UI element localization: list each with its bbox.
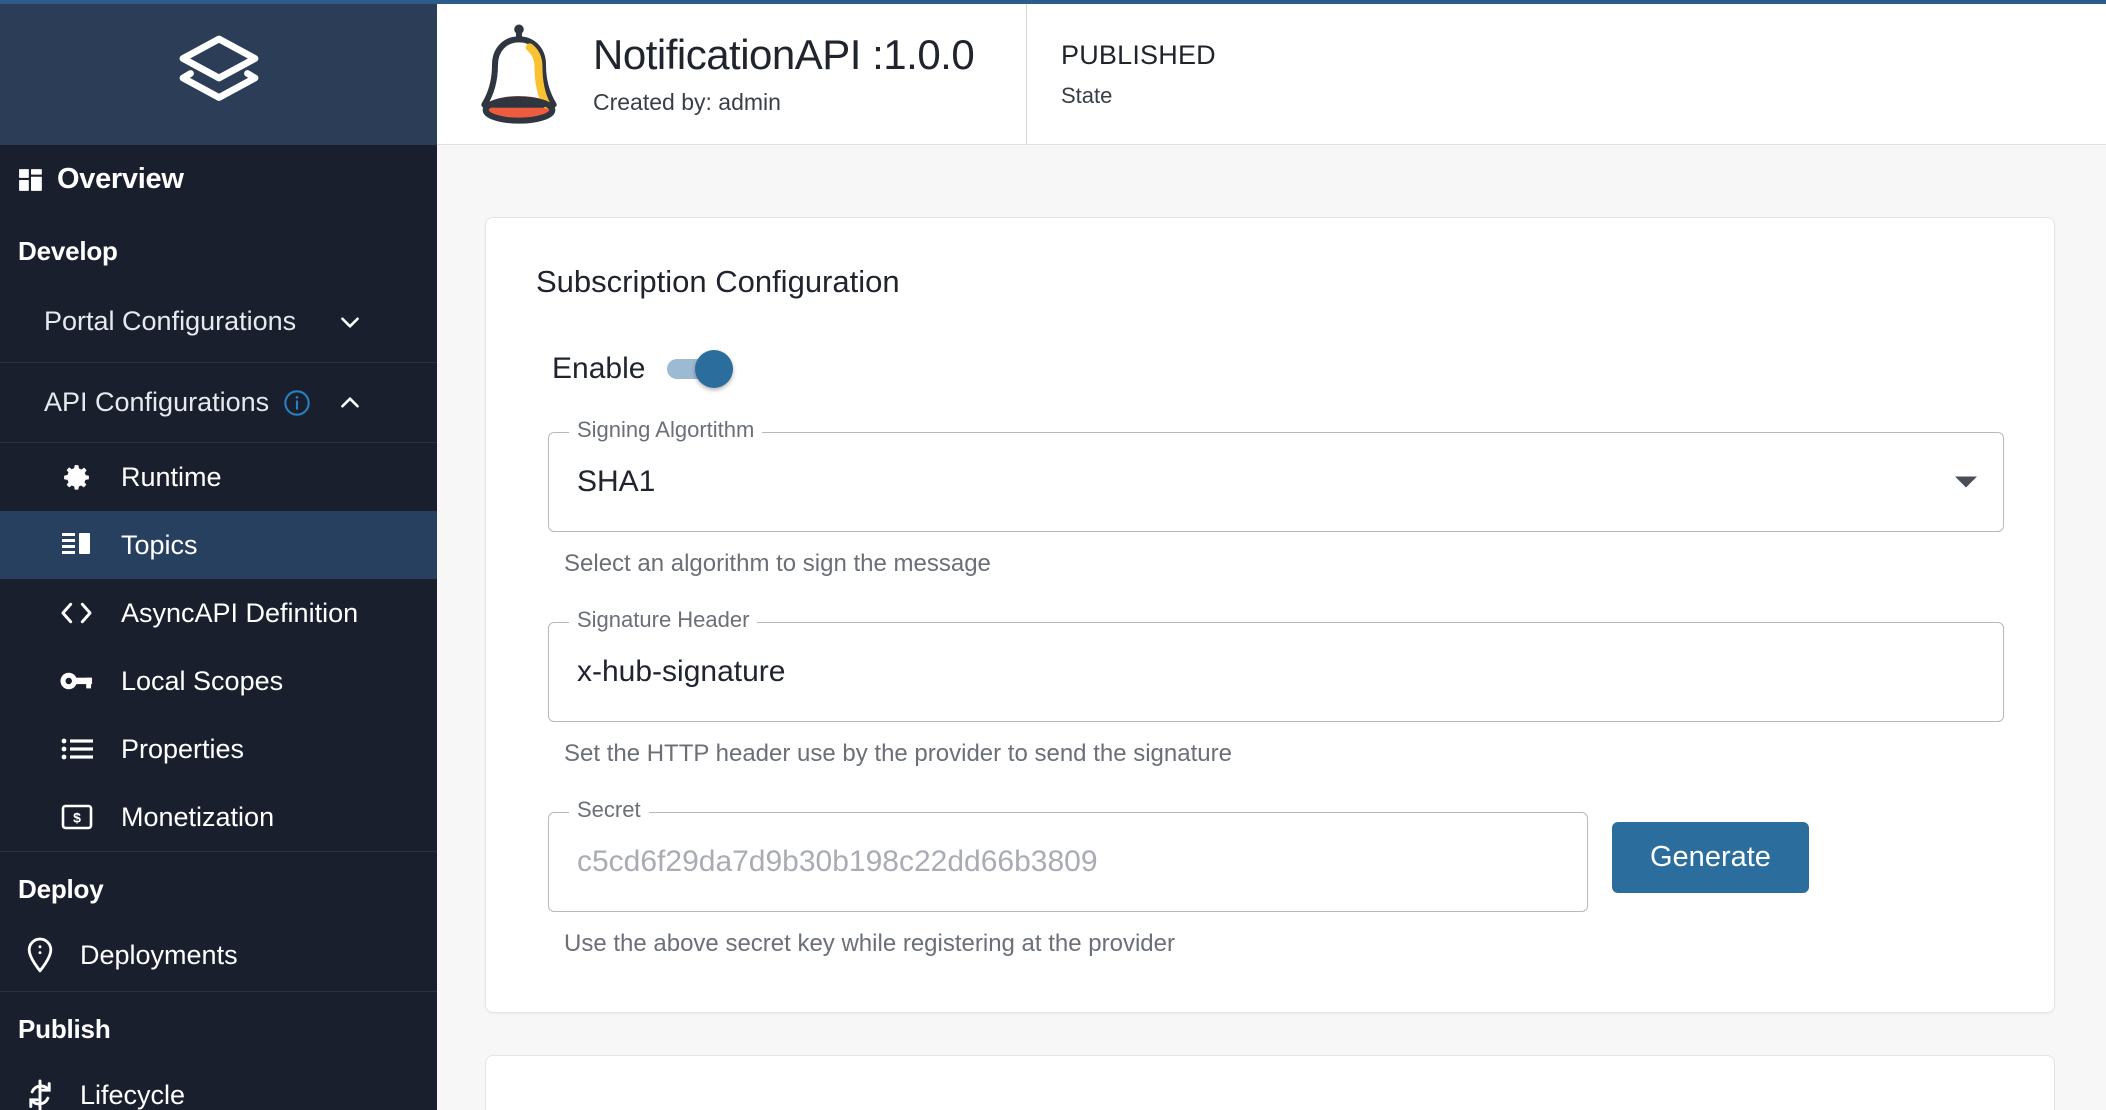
sidebar-item-asyncapi-definition[interactable]: AsyncAPI Definition xyxy=(0,579,437,647)
bell-icon xyxy=(471,22,567,126)
signature-header-block: Signature Header x-hub-signature Set the… xyxy=(536,609,2004,768)
secret-block: Secret c5cd6f29da7d9b30b198c22dd66b3809 … xyxy=(536,799,2004,958)
next-card-partial xyxy=(485,1055,2055,1110)
sidebar-item-runtime-label: Runtime xyxy=(121,461,222,492)
sidebar-item-deployments[interactable]: Deployments xyxy=(0,919,437,991)
sidebar-item-monetization-label: Monetization xyxy=(121,801,275,832)
secret-field[interactable]: Secret c5cd6f29da7d9b30b198c22dd66b3809 xyxy=(548,799,1588,912)
sidebar-item-topics-label: Topics xyxy=(121,529,198,560)
signing-algorithm-select[interactable]: Signing Algortithm SHA1 xyxy=(548,419,2004,532)
status-badge: PUBLISHED xyxy=(1061,39,1216,70)
sidebar-item-properties-label: Properties xyxy=(121,733,245,764)
enable-row: Enable xyxy=(552,350,2004,388)
api-identity: NotificationAPI :1.0.0 Created by: admin xyxy=(437,4,1027,144)
sidebar-item-asyncapi-definition-label: AsyncAPI Definition xyxy=(121,597,359,628)
chevron-up-icon xyxy=(337,390,363,416)
secret-value: c5cd6f29da7d9b30b198c22dd66b3809 xyxy=(577,845,1098,878)
sidebar-section-deploy: Deploy xyxy=(18,874,104,904)
sidebar-item-lifecycle[interactable]: Lifecycle xyxy=(0,1059,437,1110)
layers-icon xyxy=(171,27,267,123)
secret-helper: Use the above secret key while registeri… xyxy=(564,930,1175,957)
sidebar-item-api-configurations-label: API Configurations xyxy=(44,387,270,417)
subscription-configuration-card: Subscription Configuration Enable Signin… xyxy=(485,217,2055,1013)
secret-row: Secret c5cd6f29da7d9b30b198c22dd66b3809 … xyxy=(536,799,2004,912)
sidebar-item-local-scopes-label: Local Scopes xyxy=(121,665,284,696)
signature-header-label: Signature Header xyxy=(569,609,758,631)
signing-algorithm-field[interactable]: Signing Algortithm SHA1 xyxy=(548,419,2004,532)
dashboard-grid-icon xyxy=(18,167,44,193)
sidebar-item-lifecycle-label: Lifecycle xyxy=(80,1079,186,1110)
signature-header-field[interactable]: Signature Header x-hub-signature xyxy=(548,609,2004,722)
sidebar-section-publish: Publish xyxy=(18,1014,111,1044)
sidebar-item-runtime[interactable]: Runtime xyxy=(0,443,437,511)
signing-algorithm-block: Signing Algortithm SHA1 Select an algori… xyxy=(536,419,2004,578)
sidebar-item-topics[interactable]: Topics xyxy=(0,511,437,579)
sidebar-section-develop: Develop xyxy=(18,236,118,266)
generate-button[interactable]: Generate xyxy=(1612,822,1809,893)
main-area: NotificationAPI :1.0.0 Created by: admin… xyxy=(437,0,2106,1110)
key-icon xyxy=(60,665,93,698)
page-title: NotificationAPI :1.0.0 xyxy=(593,31,975,79)
list-icon xyxy=(60,733,93,766)
signing-algorithm-value: SHA1 xyxy=(577,465,656,498)
signature-header-helper: Set the HTTP header use by the provider … xyxy=(564,740,1232,767)
secret-label: Secret xyxy=(569,799,649,821)
sidebar-logo[interactable] xyxy=(0,0,437,145)
sidebar-item-deployments-label: Deployments xyxy=(80,939,238,970)
signature-header-value: x-hub-signature xyxy=(577,655,786,688)
sidebar: Overview Develop Portal Configurations A… xyxy=(0,0,437,1110)
app-root: Overview Develop Portal Configurations A… xyxy=(0,0,2106,1110)
chevron-down-icon xyxy=(337,309,363,335)
sidebar-item-portal-configurations-label: Portal Configurations xyxy=(44,306,297,336)
topics-list-icon xyxy=(60,529,93,562)
sidebar-item-overview[interactable]: Overview xyxy=(0,145,437,214)
card-title: Subscription Configuration xyxy=(536,264,900,299)
content-area: Subscription Configuration Enable Signin… xyxy=(437,145,2106,1110)
money-icon: $ xyxy=(60,801,93,834)
info-circle-icon[interactable] xyxy=(283,389,311,417)
sidebar-item-overview-label: Overview xyxy=(57,163,184,195)
api-state: PUBLISHED State xyxy=(1027,4,1250,144)
secret-input[interactable]: Secret c5cd6f29da7d9b30b198c22dd66b3809 xyxy=(548,799,1588,912)
sidebar-item-api-configurations[interactable]: API Configurations xyxy=(0,362,437,443)
signing-algorithm-helper: Select an algorithm to sign the message xyxy=(564,550,991,577)
gear-icon xyxy=(60,461,93,494)
sidebar-item-monetization[interactable]: $ Monetization xyxy=(0,783,437,851)
signature-header-input[interactable]: Signature Header x-hub-signature xyxy=(548,609,2004,722)
sidebar-item-local-scopes[interactable]: Local Scopes xyxy=(0,647,437,715)
svg-text:$: $ xyxy=(73,810,81,826)
sidebar-item-portal-configurations[interactable]: Portal Configurations xyxy=(0,281,437,362)
api-state-label: State xyxy=(1061,82,1113,108)
signing-algorithm-label: Signing Algortithm xyxy=(569,419,763,441)
location-pin-icon xyxy=(22,937,58,973)
refresh-cycle-icon xyxy=(22,1077,58,1110)
toggle-thumb xyxy=(695,350,734,388)
api-created-by: Created by: admin xyxy=(593,88,781,115)
code-brackets-icon xyxy=(60,597,93,630)
sidebar-item-properties[interactable]: Properties xyxy=(0,715,437,783)
chevron-down-icon[interactable] xyxy=(1955,476,1977,488)
enable-label: Enable xyxy=(552,352,646,385)
topbar: NotificationAPI :1.0.0 Created by: admin… xyxy=(437,0,2106,145)
enable-toggle[interactable] xyxy=(667,350,734,388)
